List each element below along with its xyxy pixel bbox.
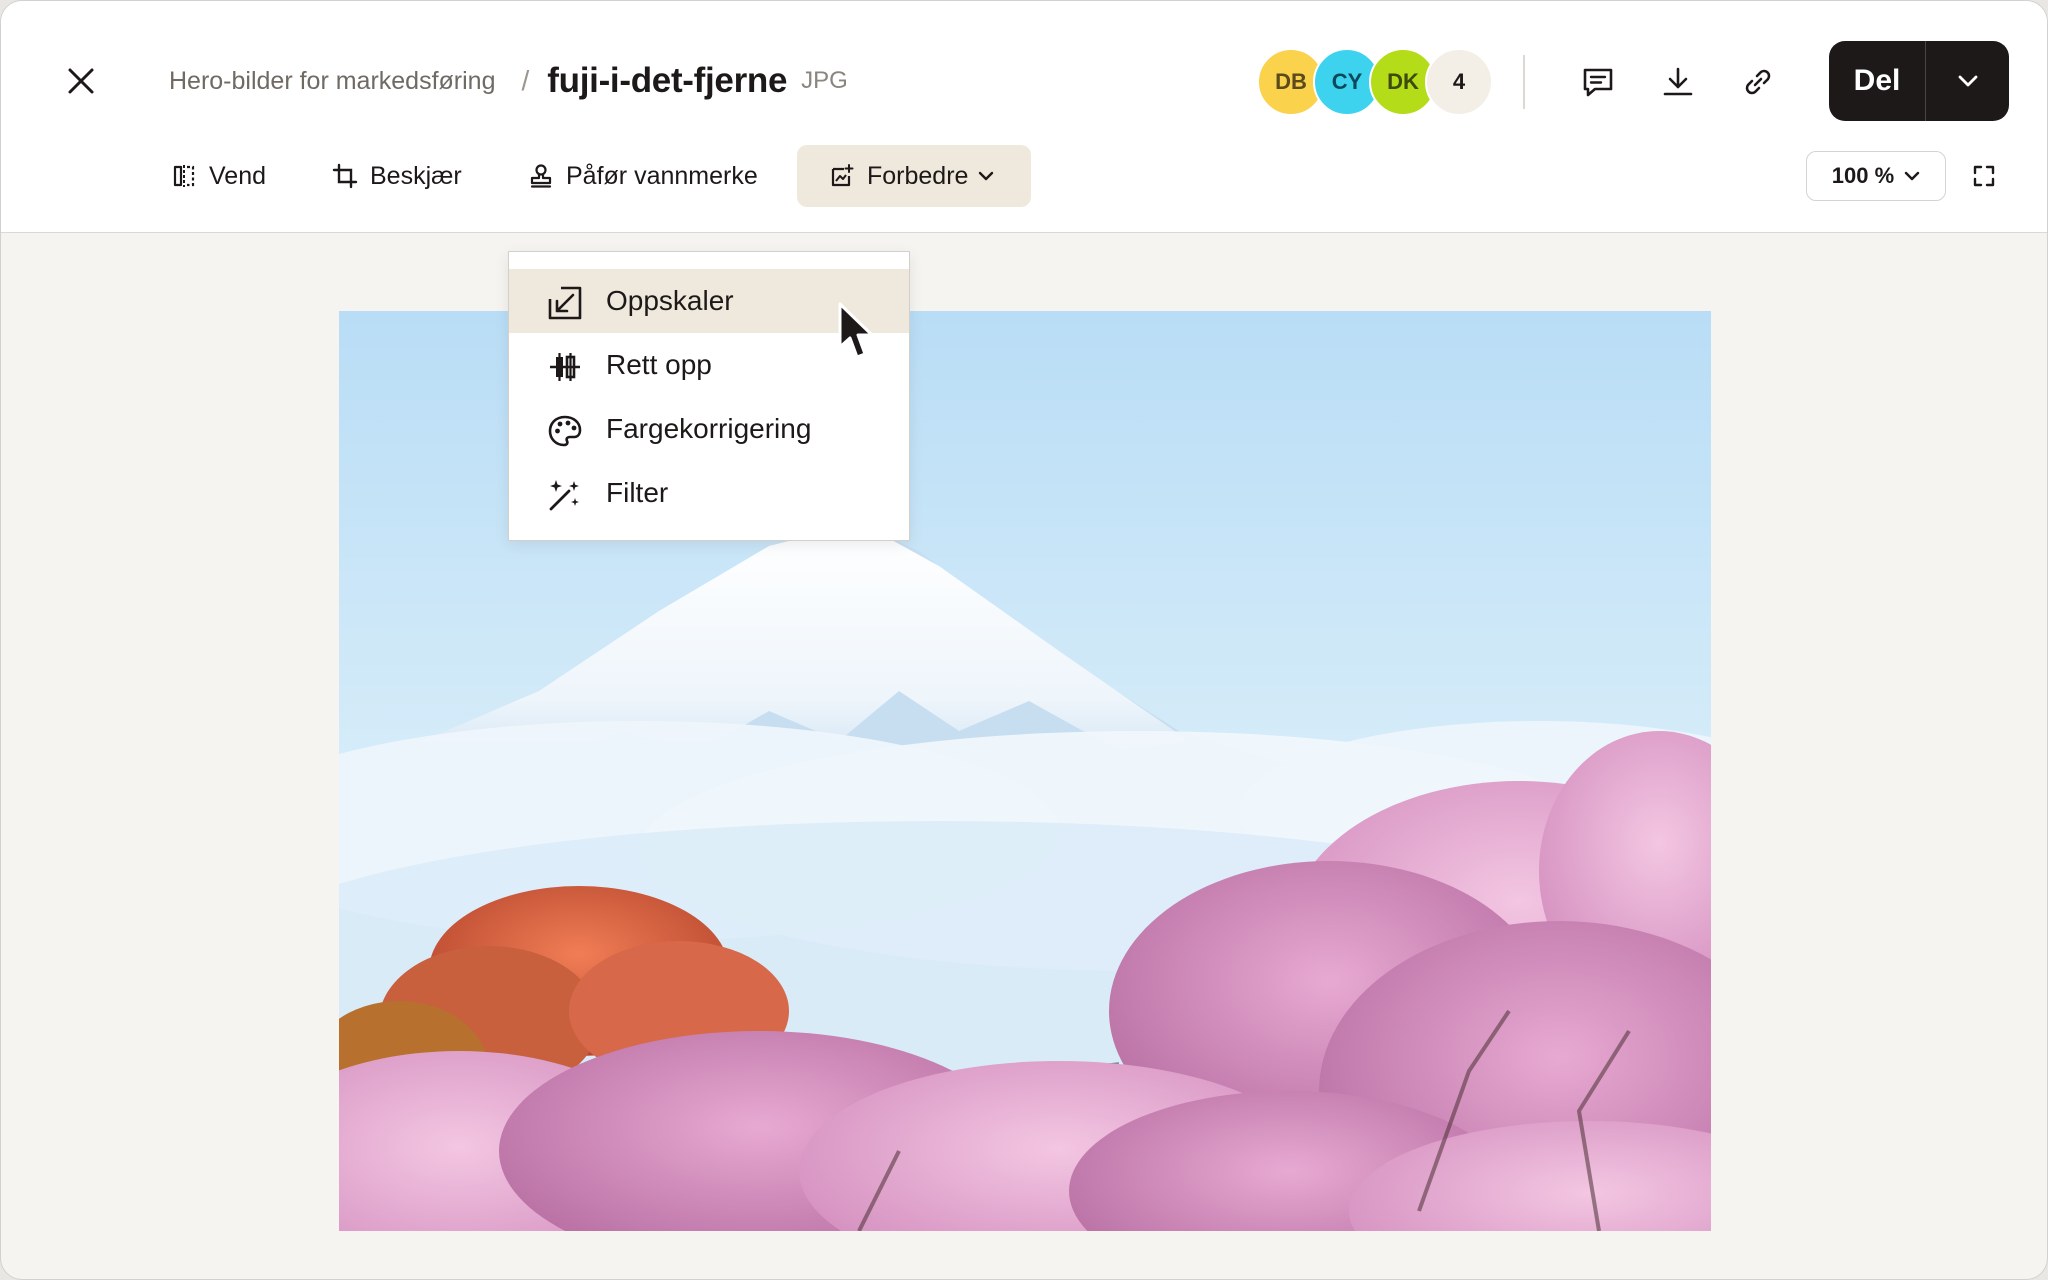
stamp-icon — [530, 164, 552, 188]
magic-wand-icon — [549, 480, 579, 511]
menu-item-filter[interactable]: Filter — [509, 461, 909, 525]
chevron-down-icon — [1958, 75, 1977, 87]
top-bar: Hero-bilder for markedsføring / fuji-i-d… — [1, 1, 2047, 233]
mouse-pointer-icon — [838, 302, 874, 359]
flip-icon — [173, 165, 195, 187]
crop-tool[interactable]: Beskjær — [332, 145, 462, 207]
image-preview-window: Hero-bilder for markedsføring / fuji-i-d… — [0, 0, 2048, 1280]
breadcrumb-folder-link[interactable]: Hero-bilder for markedsføring — [169, 67, 496, 96]
comment-button[interactable] — [1577, 61, 1619, 103]
share-options-button[interactable] — [1926, 41, 2009, 121]
file-extension: JPG — [801, 67, 848, 94]
crop-icon — [332, 163, 358, 189]
fullscreen-button[interactable] — [1969, 161, 1999, 191]
chevron-down-icon — [979, 171, 994, 181]
enhance-tool[interactable]: Forbedre — [797, 145, 1031, 207]
upscale-icon — [548, 286, 582, 320]
zoom-value: 100 % — [1831, 163, 1895, 188]
watermark-tool-label: Påfør vannmerke — [566, 161, 758, 190]
share-button[interactable]: Del — [1829, 41, 1925, 121]
palette-icon — [548, 415, 582, 447]
straighten-icon — [550, 353, 580, 381]
download-icon — [1663, 67, 1693, 96]
enhance-tool-label: Forbedre — [867, 161, 969, 190]
flip-tool-label: Vend — [209, 161, 267, 190]
file-name: fuji-i-det-fjerne — [547, 61, 788, 100]
download-button[interactable] — [1657, 61, 1699, 103]
fullscreen-icon — [1973, 165, 1995, 187]
menu-item-label: Oppskaler — [606, 285, 734, 316]
enhance-dropdown-menu: Oppskaler Rett opp Fargekorrigering Filt… — [508, 251, 910, 541]
menu-item-label: Rett opp — [606, 349, 712, 380]
more-collaborators-count[interactable]: 4 — [1425, 48, 1493, 116]
close-icon — [68, 68, 94, 94]
enhance-icon — [831, 164, 854, 187]
close-button[interactable] — [57, 57, 105, 105]
crop-tool-label: Beskjær — [370, 161, 462, 190]
flip-tool[interactable]: Vend — [171, 145, 266, 207]
chevron-down-icon — [1904, 171, 1920, 181]
watermark-tool[interactable]: Påfør vannmerke — [528, 145, 758, 207]
share-button-group: Del — [1829, 41, 2009, 121]
toolbar-divider — [1523, 55, 1525, 109]
copy-link-button[interactable] — [1737, 61, 1779, 103]
comment-icon — [1583, 68, 1613, 97]
menu-item-label: Fargekorrigering — [606, 413, 812, 444]
menu-item-label: Filter — [606, 477, 669, 508]
breadcrumb: Hero-bilder for markedsføring / fuji-i-d… — [169, 59, 848, 103]
link-icon — [1745, 69, 1771, 95]
breadcrumb-separator: / — [521, 65, 530, 96]
menu-item-color-correction[interactable]: Fargekorrigering — [509, 397, 909, 461]
zoom-select[interactable]: 100 % — [1806, 151, 1946, 201]
collaborator-avatars[interactable]: DB CY DK 4 — [1257, 48, 1493, 116]
